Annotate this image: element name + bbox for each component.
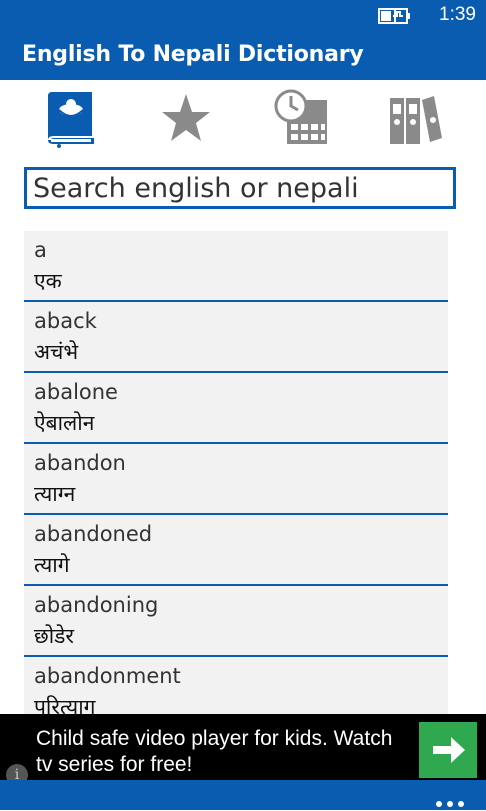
list-item[interactable]: aback अचंभे	[24, 302, 448, 373]
english-word: aback	[34, 309, 97, 333]
tab-favorites[interactable]	[158, 88, 218, 152]
status-bar: 1:39	[0, 0, 486, 32]
tab-history[interactable]	[273, 88, 333, 152]
binders-icon	[390, 96, 442, 144]
word-list: a एक aback अचंभे abalone ऐबालोन abandon …	[24, 231, 448, 714]
nepali-word: त्याग्न	[34, 482, 76, 506]
tab-dictionary[interactable]	[42, 88, 102, 152]
arrow-right-icon	[433, 737, 465, 763]
star-favorites-icon	[162, 94, 210, 141]
english-word: abandoned	[34, 522, 153, 546]
search-box	[24, 167, 456, 209]
english-word: a	[34, 238, 47, 262]
english-word: abandonment	[34, 664, 181, 688]
nepali-word: अचंभे	[34, 340, 79, 364]
ad-text: Child safe video player for kids. Watch …	[36, 727, 393, 776]
ad-banner[interactable]: Child safe video player for kids. Watch …	[0, 714, 486, 786]
english-word: abandon	[34, 451, 126, 475]
battery-charging-icon	[378, 8, 410, 24]
list-item[interactable]: a एक	[24, 231, 448, 302]
app-bar	[0, 780, 486, 810]
search-input[interactable]	[27, 170, 453, 206]
clock: 1:39	[439, 4, 476, 25]
tab-binders[interactable]	[388, 88, 448, 152]
ad-action-button[interactable]	[419, 722, 477, 778]
list-item[interactable]: abandoned त्यागे	[24, 515, 448, 586]
history-clock-icon	[274, 89, 327, 144]
list-item[interactable]: abandon त्याग्न	[24, 444, 448, 515]
nepali-word: एक	[34, 269, 62, 293]
nepali-word: छोडेर	[34, 624, 74, 648]
title-bar: English To Nepali Dictionary	[0, 32, 486, 80]
list-item[interactable]: abandonment परित्याग	[24, 657, 448, 714]
nepali-word: त्यागे	[34, 553, 70, 577]
app-title: English To Nepali Dictionary	[22, 42, 364, 67]
dictionary-book-icon	[48, 92, 94, 148]
nepali-word: परित्याग	[34, 695, 96, 714]
nepali-word: ऐबालोन	[34, 411, 95, 435]
tab-bar	[0, 88, 486, 152]
more-ellipsis-icon[interactable]	[436, 792, 470, 807]
english-word: abandoning	[34, 593, 159, 617]
list-item[interactable]: abalone ऐबालोन	[24, 373, 448, 444]
english-word: abalone	[34, 380, 118, 404]
list-item[interactable]: abandoning छोडेर	[24, 586, 448, 657]
